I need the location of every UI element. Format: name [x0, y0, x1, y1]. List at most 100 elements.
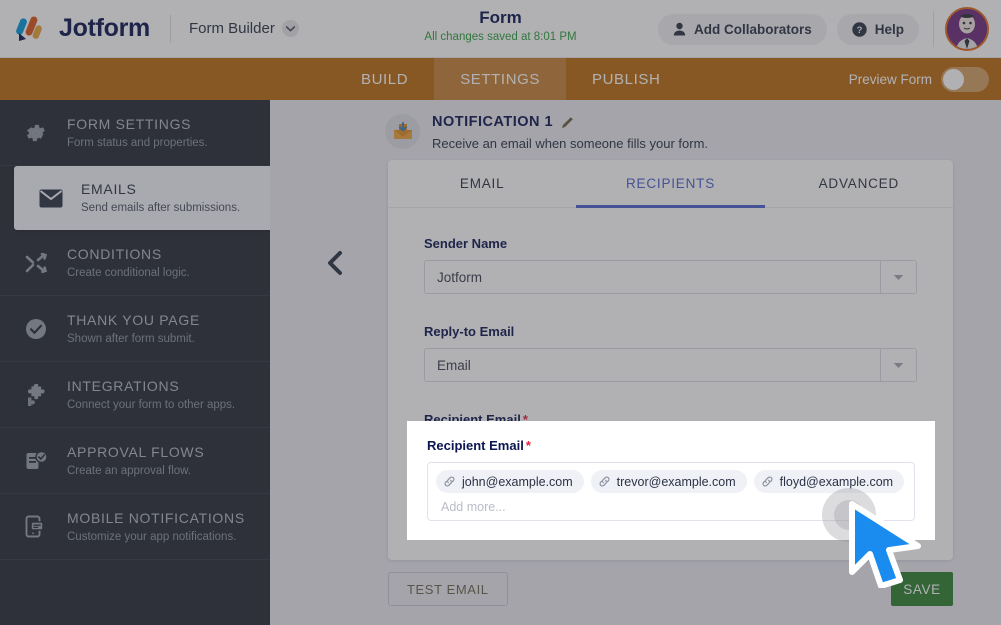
link-icon	[762, 476, 773, 487]
sidebar-item-title: MOBILE NOTIFICATIONS	[67, 510, 245, 526]
chevron-left-icon[interactable]	[325, 250, 345, 281]
notification-text: NOTIFICATION 1 Receive an email when som…	[432, 112, 708, 154]
pencil-icon[interactable]	[561, 116, 574, 129]
tab-advanced[interactable]: ADVANCED	[765, 160, 953, 207]
sidebar-item-title: APPROVAL FLOWS	[67, 444, 204, 460]
nav-tab-build[interactable]: BUILD	[335, 58, 434, 100]
envelope-icon	[39, 189, 73, 208]
notification-subtitle: Receive an email when someone fills your…	[432, 134, 708, 154]
sidebar-item-text: EMAILS Send emails after submissions.	[81, 180, 240, 216]
sidebar-item-text: CONDITIONS Create conditional logic.	[67, 245, 190, 281]
sidebar-item-text: THANK YOU PAGE Shown after form submit.	[67, 311, 200, 347]
section-navbar: BUILD SETTINGS PUBLISH Preview Form	[0, 58, 1001, 100]
inbox-envelope-icon	[385, 114, 420, 149]
recipient-chip[interactable]: trevor@example.com	[591, 470, 747, 493]
recipient-chip-email: trevor@example.com	[617, 475, 736, 489]
nav-tab-publish[interactable]: PUBLISH	[566, 58, 686, 100]
help-label: Help	[875, 22, 904, 37]
sidebar-item-text: MOBILE NOTIFICATIONS Customize your app …	[67, 509, 245, 545]
sidebar-item-title: CONDITIONS	[67, 246, 162, 262]
product-menu[interactable]: Form Builder	[189, 20, 299, 37]
tab-recipients[interactable]: RECIPIENTS	[576, 160, 764, 207]
sidebar-item-integrations[interactable]: INTEGRATIONS Connect your form to other …	[0, 362, 270, 428]
preview-form-label: Preview Form	[849, 72, 932, 87]
sidebar-item-form-settings[interactable]: FORM SETTINGS Form status and properties…	[0, 100, 270, 166]
sidebar-item-title: FORM SETTINGS	[67, 116, 191, 132]
header-actions: Add Collaborators ? Help	[648, 0, 1001, 58]
recipient-chip[interactable]: john@example.com	[436, 470, 584, 493]
mobile-icon	[25, 515, 59, 538]
preview-form-toggle[interactable]	[941, 67, 989, 92]
add-collaborators-button[interactable]: Add Collaborators	[658, 14, 827, 45]
chevron-down-icon[interactable]	[880, 349, 916, 381]
sender-name-select[interactable]: Jotform	[424, 260, 917, 294]
sidebar-item-title: THANK YOU PAGE	[67, 312, 200, 328]
recipient-chip[interactable]: floyd@example.com	[754, 470, 904, 493]
sidebar-item-subtitle: Shown after form submit.	[67, 331, 200, 347]
recipient-chip-email: floyd@example.com	[780, 475, 893, 489]
sidebar-item-subtitle: Form status and properties.	[67, 135, 208, 151]
card-body: Sender Name Jotform Reply-to Email Email	[388, 208, 953, 427]
preview-form-control: Preview Form	[849, 58, 1001, 100]
nav-tab-list: BUILD SETTINGS PUBLISH	[335, 58, 686, 100]
sidebar-item-conditions[interactable]: CONDITIONS Create conditional logic.	[0, 230, 270, 296]
sidebar-item-text: INTEGRATIONS Connect your form to other …	[67, 377, 235, 413]
page-title: Form	[424, 7, 576, 28]
link-icon	[599, 476, 610, 487]
add-collaborators-label: Add Collaborators	[694, 22, 812, 37]
sidebar-item-mobile-notifications[interactable]: MOBILE NOTIFICATIONS Customize your app …	[0, 494, 270, 560]
approval-icon	[25, 450, 59, 472]
sidebar-item-subtitle: Connect your form to other apps.	[67, 397, 235, 413]
shuffle-icon	[25, 253, 59, 273]
help-button[interactable]: ? Help	[837, 14, 919, 45]
settings-sidebar: FORM SETTINGS Form status and properties…	[0, 100, 270, 625]
save-status: All changes saved at 8:01 PM	[424, 29, 576, 45]
avatar-divider	[933, 11, 934, 47]
chevron-down-icon	[282, 20, 299, 37]
notification-header: NOTIFICATION 1 Receive an email when som…	[385, 112, 708, 154]
reply-to-email-label: Reply-to Email	[424, 324, 917, 339]
header-divider	[170, 15, 171, 43]
sidebar-item-title: INTEGRATIONS	[67, 378, 179, 394]
user-avatar[interactable]	[945, 7, 989, 51]
required-asterisk: *	[526, 438, 531, 453]
form-title-block: Form All changes saved at 8:01 PM	[424, 7, 576, 45]
reply-to-email-value: Email	[425, 349, 880, 381]
recipient-chip-list: john@example.com trevor@example.com floy…	[436, 470, 906, 493]
sidebar-item-thank-you-page[interactable]: THANK YOU PAGE Shown after form submit.	[0, 296, 270, 362]
sidebar-item-subtitle: Create an approval flow.	[67, 463, 204, 479]
field-spacer	[424, 294, 917, 324]
recipient-email-label: Recipient Email*	[427, 438, 915, 453]
recipient-chip-email: john@example.com	[462, 475, 573, 489]
brand-logo[interactable]: Jotform	[0, 14, 150, 44]
chevron-down-icon[interactable]	[880, 261, 916, 293]
tab-email[interactable]: EMAIL	[388, 160, 576, 207]
svg-text:?: ?	[856, 25, 862, 36]
sender-name-value: Jotform	[425, 261, 880, 293]
reply-to-email-select[interactable]: Email	[424, 348, 917, 382]
card-tab-list: EMAIL RECIPIENTS ADVANCED	[388, 160, 953, 208]
top-header: Jotform Form Builder Form All changes sa…	[0, 0, 1001, 58]
notification-title: NOTIFICATION 1	[432, 112, 553, 132]
toggle-knob	[943, 69, 964, 90]
product-menu-label: Form Builder	[189, 20, 275, 37]
sidebar-item-emails[interactable]: EMAILS Send emails after submissions.	[14, 166, 270, 230]
help-circle-icon: ?	[852, 22, 867, 37]
sender-name-label: Sender Name	[424, 236, 917, 251]
sidebar-item-subtitle: Create conditional logic.	[67, 265, 190, 281]
sidebar-item-text: FORM SETTINGS Form status and properties…	[67, 115, 208, 151]
recipient-email-label-text: Recipient Email	[427, 438, 524, 453]
check-circle-icon	[25, 318, 59, 340]
sidebar-item-text: APPROVAL FLOWS Create an approval flow.	[67, 443, 204, 479]
person-icon	[673, 22, 686, 36]
jotform-logo-icon	[16, 14, 50, 44]
app-root: Jotform Form Builder Form All changes sa…	[0, 0, 1001, 625]
test-email-button[interactable]: TEST EMAIL	[388, 572, 508, 606]
link-icon	[444, 476, 455, 487]
notification-title-row: NOTIFICATION 1	[432, 112, 708, 132]
sidebar-item-approval-flows[interactable]: APPROVAL FLOWS Create an approval flow.	[0, 428, 270, 494]
sidebar-item-title: EMAILS	[81, 181, 137, 197]
sidebar-item-subtitle: Customize your app notifications.	[67, 529, 245, 545]
puzzle-icon	[25, 384, 59, 406]
nav-tab-settings[interactable]: SETTINGS	[434, 58, 566, 100]
